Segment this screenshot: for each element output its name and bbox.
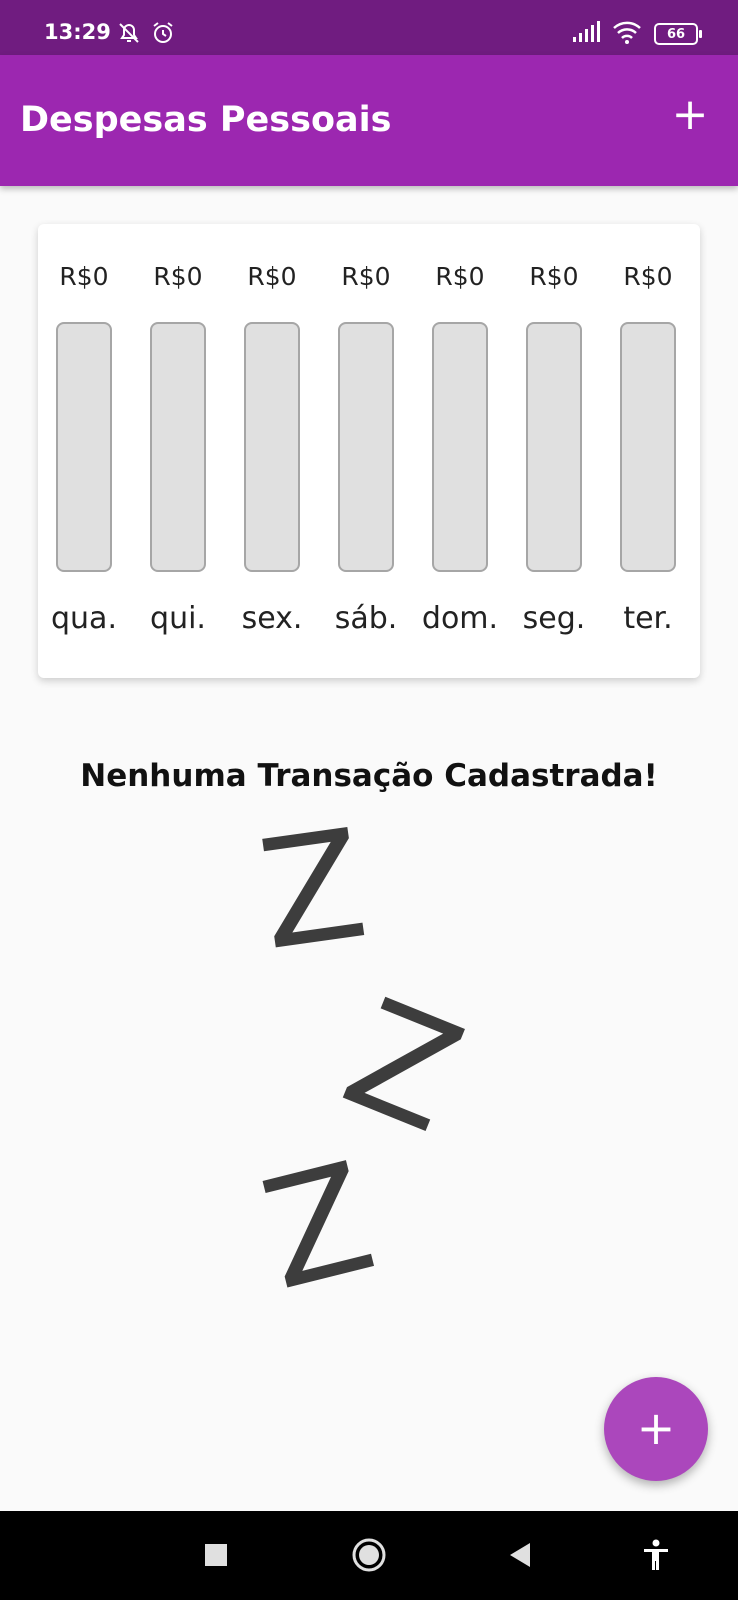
status-icons-right: 66	[572, 20, 702, 48]
bar-day-label: qui.	[150, 601, 206, 636]
bar-track	[620, 322, 676, 572]
bar-day-label: sáb.	[334, 601, 398, 636]
bar-value-label: R$0	[529, 262, 579, 291]
weekly-chart-card: R$0 qua. R$0 qui. R$0 sex. R$0 sáb. R$0 dom. R$0 se…	[38, 224, 700, 678]
bar-value-label: R$0	[623, 262, 673, 291]
chart-column-6: R$0 ter.	[601, 224, 695, 678]
status-icons-left	[116, 20, 176, 50]
bar-track	[526, 322, 582, 572]
wifi-icon	[612, 20, 642, 48]
chart-column-4: R$0 dom.	[413, 224, 507, 678]
bar-day-label: sex.	[241, 601, 303, 636]
system-nav-bar	[0, 1511, 738, 1600]
chart-column-1: R$0 qui.	[131, 224, 225, 678]
signal-icon	[572, 21, 600, 47]
bar-value-label: R$0	[59, 262, 109, 291]
chart-column-3: R$0 sáb.	[319, 224, 413, 678]
chart-column-2: R$0 sex.	[225, 224, 319, 678]
chart-column-5: R$0 seg.	[507, 224, 601, 678]
status-time: 13:29	[44, 20, 111, 44]
bar-day-label: seg.	[522, 601, 586, 636]
back-triangle-icon[interactable]	[498, 1533, 542, 1577]
svg-text:Z: Z	[250, 820, 376, 984]
bar-day-label: qua.	[51, 601, 117, 636]
battery-icon: 66	[654, 23, 702, 45]
page-title: Despesas Pessoais	[20, 100, 392, 140]
sleep-zzz-icon: Z Z Z	[230, 797, 490, 1324]
status-bar: 13:29 66	[0, 0, 738, 55]
bar-value-label: R$0	[153, 262, 203, 291]
recents-square-icon[interactable]	[194, 1533, 238, 1577]
mute-bell-icon	[116, 20, 142, 50]
bar-value-label: R$0	[247, 262, 297, 291]
alarm-clock-icon	[150, 20, 176, 50]
home-circle-icon[interactable]	[347, 1533, 391, 1577]
chart-column-0: R$0 qua.	[37, 224, 131, 678]
bar-day-label: ter.	[623, 601, 673, 636]
add-transaction-button[interactable]: +	[660, 83, 720, 147]
bar-track	[150, 322, 206, 572]
bar-track	[56, 322, 112, 572]
bar-track	[244, 322, 300, 572]
bar-value-label: R$0	[435, 262, 485, 291]
fab-add-button[interactable]: +	[604, 1377, 708, 1481]
bar-value-label: R$0	[341, 262, 391, 291]
app-bar: Despesas Pessoais +	[0, 55, 738, 186]
svg-text:Z: Z	[247, 1130, 389, 1300]
empty-state-message: Nenhuma Transação Cadastrada!	[80, 758, 658, 794]
bar-track	[432, 322, 488, 572]
bar-day-label: dom.	[421, 601, 499, 636]
bar-track	[338, 322, 394, 572]
accessibility-icon[interactable]	[634, 1533, 678, 1577]
